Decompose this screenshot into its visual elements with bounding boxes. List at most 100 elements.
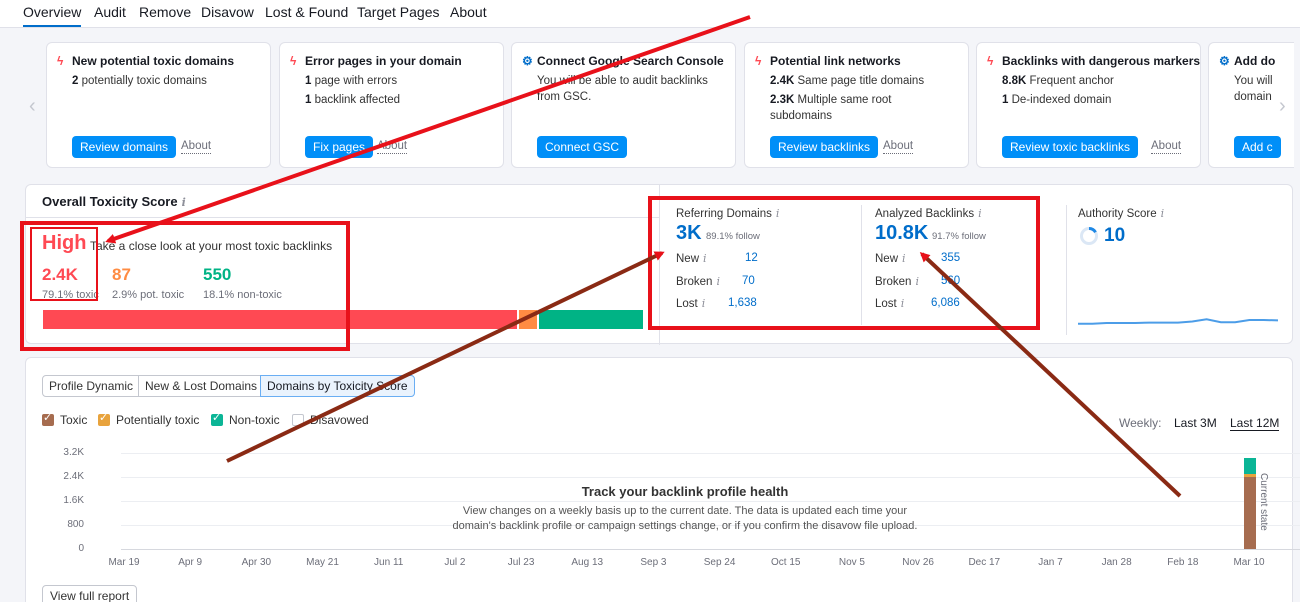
empty-state-description: View changes on a weekly basis up to the… xyxy=(26,504,1300,534)
view-full-report-button[interactable]: View full report xyxy=(42,585,138,602)
card-title: New potential toxic domains xyxy=(72,54,235,68)
gridline xyxy=(121,477,1300,478)
toxicity-score-title: Overall Toxicity Score i xyxy=(42,194,186,209)
x-tick: Sep 24 xyxy=(703,557,736,568)
checkbox-icon[interactable] xyxy=(98,411,110,426)
gear-icon: ⚙ xyxy=(1219,54,1230,68)
x-tick: May 21 xyxy=(306,557,339,568)
period-last-12m[interactable]: Last 12M xyxy=(1230,416,1280,431)
authority-sparkline xyxy=(1078,318,1278,325)
card-line: 2.3K Multiple same root xyxy=(770,94,892,106)
info-icon[interactable]: i xyxy=(1161,207,1165,220)
checkbox-icon[interactable] xyxy=(42,411,54,426)
x-tick: Nov 5 xyxy=(838,557,865,568)
gridline xyxy=(121,453,1300,454)
highlight-box-metrics xyxy=(648,196,1040,330)
checkbox-icon[interactable] xyxy=(292,414,304,426)
gear-icon: ⚙ xyxy=(522,54,533,68)
empty-desc-line: domain's backlink profile or campaign se… xyxy=(452,520,918,532)
sparkline-path xyxy=(1078,318,1278,325)
top-navigation: Overview Audit Remove Disavow Lost & Fou… xyxy=(0,0,1300,28)
checkbox-icon[interactable] xyxy=(211,411,223,426)
x-tick: Jan 28 xyxy=(1101,557,1132,568)
about-link[interactable]: About xyxy=(1151,140,1182,154)
lightning-icon: ϟ xyxy=(755,54,762,68)
authority-score-title: Authority Score i xyxy=(1078,207,1165,220)
info-icon[interactable]: i xyxy=(182,196,186,209)
highlight-box-high xyxy=(30,227,98,301)
x-tick: Nov 26 xyxy=(902,557,934,568)
card-dangerous-markers: ϟ Backlinks with dangerous markers 8.8K F… xyxy=(976,42,1201,168)
about-link[interactable]: About xyxy=(181,140,212,154)
card-title: Add do xyxy=(1234,54,1276,68)
tab-domains-by-toxicity[interactable]: Domains by Toxicity Score xyxy=(260,375,415,397)
x-tick: Jan 7 xyxy=(1038,557,1063,568)
x-tick: Sep 3 xyxy=(640,557,667,568)
legend-toxic[interactable]: Toxic xyxy=(42,411,87,427)
card-title: Backlinks with dangerous markers xyxy=(1002,54,1201,68)
card-line: from GSC. xyxy=(537,91,592,103)
card-link-networks: ϟ Potential link networks 2.4K Same page … xyxy=(744,42,969,168)
empty-desc-line: View changes on a weekly basis up to the… xyxy=(462,505,908,517)
divider xyxy=(26,217,659,218)
legend-non-toxic[interactable]: Non-toxic xyxy=(211,411,280,427)
review-domains-button[interactable]: Review domains xyxy=(72,136,177,158)
card-title: Connect Google Search Console xyxy=(537,54,724,68)
y-tick: 2.4K xyxy=(63,471,84,482)
review-backlinks-button[interactable]: Review backlinks xyxy=(770,136,879,158)
tab-profile-dynamic[interactable]: Profile Dynamic xyxy=(42,375,141,397)
x-tick: Jul 2 xyxy=(444,557,466,568)
card-line: 8.8K Frequent anchor xyxy=(1002,75,1114,87)
authority-score-value[interactable]: 10 xyxy=(1104,225,1125,247)
x-tick: Jun 11 xyxy=(374,557,404,568)
carousel-next-icon[interactable]: › xyxy=(1279,95,1286,118)
current-state-bar[interactable] xyxy=(1244,453,1256,549)
y-tick: 3.2K xyxy=(63,447,84,458)
tab-target-pages[interactable]: Target Pages xyxy=(357,4,440,20)
current-state-label: Current state xyxy=(1258,473,1269,531)
x-tick: Mar 19 xyxy=(108,557,140,568)
tab-audit[interactable]: Audit xyxy=(94,4,126,20)
card-line: You will be able to audit backlinks xyxy=(537,75,708,87)
lightning-icon: ϟ xyxy=(987,54,994,68)
card-title: Potential link networks xyxy=(770,54,901,68)
empty-state-title: Track your backlink profile health xyxy=(581,484,789,499)
card-line: domain xyxy=(1234,91,1272,103)
connect-gsc-button[interactable]: Connect GSC xyxy=(537,136,628,158)
insight-cards: ϟ New potential toxic domains 2 potential… xyxy=(24,33,1294,175)
about-link[interactable]: About xyxy=(377,140,408,154)
x-tick: Apr 9 xyxy=(178,557,203,568)
tab-disavow[interactable]: Disavow xyxy=(201,4,254,20)
x-tick: Jul 23 xyxy=(507,557,535,568)
lightning-icon: ϟ xyxy=(290,54,297,68)
x-tick: Aug 13 xyxy=(571,557,604,568)
card-line: 2 potentially toxic domains xyxy=(72,75,207,87)
legend-potentially-toxic[interactable]: Potentially toxic xyxy=(98,411,199,427)
current-toxic-segment xyxy=(1244,477,1256,549)
x-tick: Dec 17 xyxy=(968,557,1001,568)
card-line: 1 backlink affected xyxy=(305,94,401,106)
authority-ring-icon xyxy=(1080,226,1098,245)
review-toxic-backlinks-button[interactable]: Review toxic backlinks xyxy=(1002,136,1139,158)
tab-new-lost-domains[interactable]: New & Lost Domains xyxy=(138,375,265,397)
tab-remove[interactable]: Remove xyxy=(139,4,191,20)
tab-overview[interactable]: Overview xyxy=(23,4,82,27)
x-tick: Apr 30 xyxy=(241,557,272,568)
period-last-3m[interactable]: Last 3M xyxy=(1174,416,1217,430)
x-tick: Mar 10 xyxy=(1233,557,1265,568)
legend-disavowed[interactable]: Disavowed xyxy=(292,413,369,427)
card-title: Error pages in your domain xyxy=(305,54,462,68)
tab-about[interactable]: About xyxy=(450,4,487,20)
weekly-label: Weekly: xyxy=(1119,416,1162,430)
card-line: You will xyxy=(1234,75,1273,87)
x-tick: Feb 18 xyxy=(1167,557,1199,568)
pot-toxic-segment[interactable] xyxy=(517,309,539,330)
about-link[interactable]: About xyxy=(883,140,914,154)
divider xyxy=(1066,205,1067,335)
non-toxic-segment[interactable] xyxy=(538,309,644,330)
fix-pages-button[interactable]: Fix pages xyxy=(305,136,374,158)
card-line: subdomains xyxy=(770,110,833,122)
tab-lost-found[interactable]: Lost & Found xyxy=(265,4,348,20)
card-toxic-domains: ϟ New potential toxic domains 2 potential… xyxy=(46,42,271,168)
add-domain-button[interactable]: Add c xyxy=(1234,136,1281,158)
